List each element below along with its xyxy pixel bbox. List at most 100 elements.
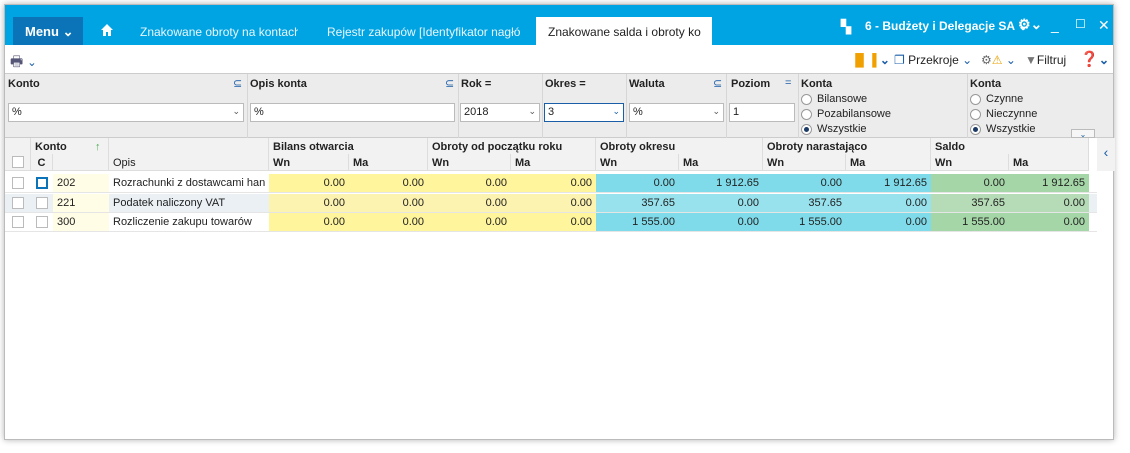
waluta-filter-label: Waluta: [629, 78, 665, 90]
tab-znakowane-obroty[interactable]: Znakowane obroty na kontach: [128, 17, 298, 45]
value-cell[interactable]: 0.00: [349, 193, 428, 213]
opis-cell[interactable]: Podatek naliczony VAT: [109, 193, 269, 213]
print-icon[interactable]: 🖶 ⌄: [10, 51, 37, 75]
group-header: Obroty okresu: [596, 138, 763, 155]
filtruj-label: Filtruj: [1036, 53, 1067, 67]
value-cell[interactable]: 0.00: [511, 213, 596, 232]
c-checkbox[interactable]: [36, 216, 48, 228]
value-cell[interactable]: 0.00: [511, 174, 596, 193]
value-cell[interactable]: 357.65: [931, 193, 1009, 213]
radio-bilansowe[interactable]: Bilansowe: [801, 93, 867, 105]
minimize-button[interactable]: _: [1051, 17, 1059, 33]
konto-filter-value: %: [12, 106, 22, 118]
przekroje-button[interactable]: ❐ Przekroje ⌄: [894, 53, 972, 67]
sort-asc-icon[interactable]: ↑: [91, 138, 109, 155]
maximize-button[interactable]: ☐: [1075, 17, 1086, 31]
value-cell[interactable]: 0.00: [269, 213, 349, 232]
rok-filter-select[interactable]: 2018 ⌄: [460, 103, 540, 122]
apps-grid-icon[interactable]: ▚: [841, 19, 851, 35]
poziom-filter-label: Poziom: [731, 78, 771, 90]
wn-column-header[interactable]: Wn: [763, 154, 846, 171]
radio-wszystkie-1[interactable]: Wszystkie: [801, 123, 867, 135]
c-checkbox[interactable]: [36, 196, 48, 209]
value-cell[interactable]: 0.00: [846, 213, 931, 232]
value-cell[interactable]: 0.00: [1009, 193, 1089, 213]
group-header: Obroty narastająco: [763, 138, 931, 155]
poziom-filter-input[interactable]: 1: [729, 103, 795, 122]
filtruj-button[interactable]: ▼Filtruj: [1025, 53, 1066, 67]
opis-cell[interactable]: Rozrachunki z dostawcami han: [109, 174, 269, 193]
row-checkbox[interactable]: [12, 216, 24, 228]
value-cell[interactable]: 0.00: [428, 213, 511, 232]
tab-znakowane-salda[interactable]: Znakowane salda i obroty ko: [536, 17, 712, 45]
row-checkbox[interactable]: [12, 196, 24, 209]
value-cell[interactable]: 0.00: [269, 193, 349, 213]
settings-warning-icon[interactable]: ⚙⚠ ⌄: [981, 53, 1016, 67]
value-cell[interactable]: 0.00: [596, 174, 679, 193]
value-cell[interactable]: 1 555.00: [596, 213, 679, 232]
ma-column-header[interactable]: Ma: [349, 154, 428, 171]
value-cell[interactable]: 357.65: [763, 193, 846, 213]
filter-icon: ▼: [1025, 53, 1037, 67]
value-cell[interactable]: 1 555.00: [931, 213, 1009, 232]
collapse-filters-button[interactable]: ⌄: [1071, 129, 1095, 139]
konto-cell[interactable]: 221: [53, 193, 109, 213]
value-cell[interactable]: 0.00: [349, 213, 428, 232]
tab-rejestr-zakupow[interactable]: Rejestr zakupów [Identyfikator nagłó: [315, 17, 520, 45]
wn-column-header[interactable]: Wn: [428, 154, 511, 171]
value-cell[interactable]: 1 912.65: [846, 174, 931, 193]
konto-cell[interactable]: 202: [53, 174, 109, 193]
wn-column-header[interactable]: Wn: [931, 154, 1009, 171]
value-cell[interactable]: 0.00: [511, 193, 596, 213]
help-icon[interactable]: ❓⌄: [1080, 50, 1109, 68]
close-button[interactable]: ✕: [1098, 17, 1110, 34]
value-cell[interactable]: 0.00: [679, 213, 763, 232]
value-cell[interactable]: 1 555.00: [763, 213, 846, 232]
konto-filter-input[interactable]: % ⌄: [8, 103, 244, 122]
ma-column-header[interactable]: Ma: [679, 154, 763, 171]
wn-column-header[interactable]: Wn: [596, 154, 679, 171]
select-all-checkbox[interactable]: [12, 156, 24, 168]
poziom-filter-value: 1: [733, 106, 740, 118]
value-cell[interactable]: 0.00: [428, 174, 511, 193]
company-selector[interactable]: 6 - Budżety i Delegacje SA ⌄: [865, 19, 1028, 33]
radio-label: Pozabilansowe: [817, 108, 891, 120]
value-cell[interactable]: 0.00: [763, 174, 846, 193]
filter-panel: Konto ⊆ % ⌄ Opis konta ⊆ % Rok = 2018 ⌄ Okre…: [5, 74, 1113, 139]
ma-column-header[interactable]: Ma: [1009, 154, 1089, 171]
konto-cell[interactable]: 300: [53, 213, 109, 232]
c-column-header[interactable]: C: [31, 154, 53, 171]
settings-gear-icon[interactable]: ⚙⌄: [1018, 16, 1042, 33]
value-cell[interactable]: 0.00: [349, 174, 428, 193]
konto-subheader: [53, 154, 109, 171]
c-checkbox[interactable]: [36, 177, 48, 189]
wn-column-header[interactable]: Wn: [269, 154, 349, 171]
value-cell[interactable]: 0.00: [846, 193, 931, 213]
home-icon[interactable]: [101, 24, 113, 36]
value-cell[interactable]: 0.00: [269, 174, 349, 193]
radio-pozabilansowe[interactable]: Pozabilansowe: [801, 108, 891, 120]
ma-column-header[interactable]: Ma: [511, 154, 596, 171]
chart-icon[interactable]: ▐▌▐ ⌄: [851, 53, 890, 67]
opis-filter-label: Opis konta: [250, 78, 307, 90]
opis-column-header[interactable]: Opis: [109, 154, 269, 171]
value-cell[interactable]: 0.00: [931, 174, 1009, 193]
value-cell[interactable]: 1 912.65: [679, 174, 763, 193]
value-cell[interactable]: 0.00: [1009, 213, 1089, 232]
value-cell[interactable]: 0.00: [428, 193, 511, 213]
przekroje-label: Przekroje: [908, 53, 959, 67]
waluta-filter-select[interactable]: % ⌄: [629, 103, 724, 122]
side-panel-toggle[interactable]: ‹: [1097, 138, 1115, 171]
radio-wszystkie-2[interactable]: Wszystkie: [970, 123, 1036, 135]
radio-nieczynne[interactable]: Nieczynne: [970, 108, 1037, 120]
ma-column-header[interactable]: Ma: [846, 154, 931, 171]
opis-cell[interactable]: Rozliczenie zakupu towarów: [109, 213, 269, 232]
value-cell[interactable]: 1 912.65: [1009, 174, 1089, 193]
menu-button[interactable]: Menu ⌄: [13, 17, 83, 45]
okres-filter-select[interactable]: 3 ⌄: [544, 103, 624, 122]
radio-czynne[interactable]: Czynne: [970, 93, 1023, 105]
value-cell[interactable]: 357.65: [596, 193, 679, 213]
row-checkbox[interactable]: [12, 177, 24, 189]
value-cell[interactable]: 0.00: [679, 193, 763, 213]
opis-filter-input[interactable]: %: [250, 103, 455, 122]
